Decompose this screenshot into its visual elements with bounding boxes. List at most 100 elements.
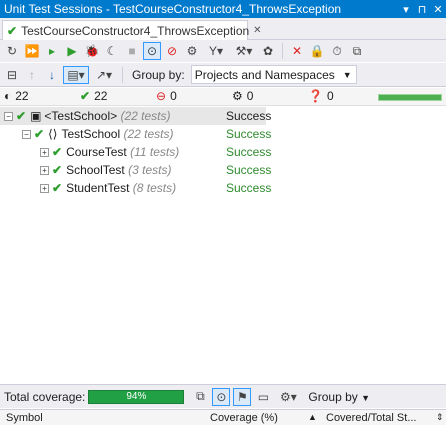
toolbar-separator [282, 43, 283, 59]
test-tree: − ✔ ▣ <TestSchool> (22 tests) Success − … [0, 107, 446, 197]
tree-row-class[interactable]: + ✔ CourseTest (11 tests) Success [0, 143, 446, 161]
coverage-highlight-icon[interactable]: ⧉ [191, 388, 209, 406]
layout-icon[interactable]: ▤▾ [63, 65, 89, 84]
column-coverage[interactable]: Coverage (%) [210, 412, 278, 424]
refresh-icon[interactable]: ↻ [3, 42, 21, 60]
track-running-test-icon[interactable]: ⊙ [143, 42, 161, 60]
stop-on-fail-icon[interactable]: ⊘ [163, 42, 181, 60]
tree-row-project[interactable]: − ✔ ▣ <TestSchool> (22 tests) Success [0, 107, 271, 125]
cover-icon[interactable]: ☾ [103, 42, 121, 60]
tree-row-namespace[interactable]: − ✔ ⟨⟩ TestSchool (22 tests) Success [0, 125, 446, 143]
group-by-value: Projects and Namespaces [194, 67, 335, 82]
group-by-select[interactable]: Projects and Namespaces ▼ [190, 65, 357, 84]
namespace-icon: ⟨⟩ [48, 127, 58, 141]
run-progress-bar [378, 94, 442, 101]
tree-row-count: (3 tests) [128, 163, 172, 177]
next-icon[interactable]: ↓ [43, 66, 61, 84]
expand-icon[interactable]: + [40, 183, 49, 193]
toolbar-separator [122, 66, 123, 83]
tree-row-label: CourseTest [66, 145, 127, 159]
filter-icon[interactable]: Y▾ [203, 42, 229, 60]
coverage-column-header: Symbol Coverage (%) ▲ Covered/Total St..… [0, 409, 446, 425]
failed-tests-stat[interactable]: ⊖ 0 [156, 89, 177, 103]
close-window-icon[interactable]: ✕ [430, 3, 446, 16]
column-covered-total[interactable]: Covered/Total St... [326, 412, 417, 424]
expand-icon[interactable]: + [40, 147, 49, 157]
open-output-icon[interactable]: ↗▾ [91, 66, 117, 84]
tree-row-class[interactable]: + ✔ StudentTest (8 tests) Success [0, 179, 446, 197]
tree-row-label: SchoolTest [66, 163, 125, 177]
session-tab[interactable]: ✔ TestCourseConstructor4_ThrowsException… [2, 20, 262, 40]
run-selected-icon[interactable]: ▸ [43, 42, 61, 60]
passed-count: 22 [94, 89, 108, 103]
chevron-down-icon: ▼ [342, 69, 352, 80]
passed-icon: ✔ [7, 23, 18, 38]
scroll-icon[interactable]: ⇕ [436, 412, 444, 423]
collapse-icon[interactable]: − [22, 129, 31, 139]
run-icon[interactable]: ▶ [63, 42, 81, 60]
tree-row-result: Success [226, 181, 272, 195]
tree-row-result: Success [226, 145, 272, 159]
previous-icon[interactable]: ↑ [23, 66, 41, 84]
passed-icon: ✔ [16, 109, 27, 123]
unknown-count: 0 [326, 89, 334, 103]
build-icon[interactable]: ⚒▾ [231, 42, 257, 60]
total-coverage-label: Total coverage: [4, 389, 86, 404]
save-icon[interactable]: ▭ [254, 388, 272, 406]
coverage-group-by-label: Group by [308, 389, 358, 404]
title-bar: Unit Test Sessions - TestCourseConstruct… [0, 0, 446, 18]
debug-icon[interactable]: 🐞 [83, 42, 101, 60]
total-icon: ◐ [4, 89, 12, 103]
passed-icon: ✔ [80, 89, 91, 103]
passed-icon: ✔ [52, 145, 63, 159]
remove-icon[interactable]: ✕ [288, 42, 306, 60]
ignored-tests-stat[interactable]: ⚙ 0 [232, 89, 253, 103]
tree-row-class[interactable]: + ✔ SchoolTest (3 tests) Success [0, 161, 446, 179]
ignored-icon: ⚙ [232, 89, 243, 103]
tree-row-result: Success [226, 109, 272, 123]
failed-count: 0 [170, 89, 177, 103]
group-by-label: Group by: [132, 67, 185, 82]
passed-icon: ✔ [52, 163, 63, 177]
run-all-icon[interactable]: ⏩ [23, 42, 41, 60]
tree-row-result: Success [226, 163, 272, 177]
coverage-tree-icon[interactable]: ⚑ [233, 387, 252, 406]
session-tab-strip: ✔ TestCourseConstructor4_ThrowsException… [0, 18, 446, 40]
collapse-all-icon[interactable]: ⊟ [3, 66, 21, 84]
pin-icon[interactable]: ⊓ [414, 3, 430, 16]
profile-icon[interactable]: ✿ [259, 42, 277, 60]
failed-icon: ⊖ [156, 89, 167, 103]
expand-icon[interactable]: + [40, 165, 49, 175]
window-title: Unit Test Sessions - TestCourseConstruct… [4, 2, 342, 16]
settings-icon[interactable]: ⚙ [183, 42, 201, 60]
chevron-down-icon: ▼ [361, 392, 371, 403]
ignored-count: 0 [246, 89, 254, 103]
passed-tests-stat[interactable]: ✔ 22 [80, 89, 107, 103]
unknown-tests-stat[interactable]: ❓ 0 [308, 89, 334, 103]
total-tests-stat[interactable]: ◐ 22 [4, 89, 29, 103]
project-icon: ▣ [30, 109, 42, 123]
coverage-view-icon[interactable]: ⊙ [212, 387, 231, 406]
coverage-group-by-button[interactable]: Group by ▼ [308, 390, 370, 404]
tree-row-result: Success [226, 127, 272, 141]
window-menu-icon[interactable]: ▾ [398, 3, 414, 16]
unknown-icon: ❓ [308, 89, 323, 103]
main-toolbar: ↻ ⏩ ▸ ▶ 🐞 ☾ ■ ⊙ ⊘ ⚙ Y▾ ⚒▾ ✿ ✕ 🔒 ⏱ ⧉ [0, 40, 446, 62]
test-stats-bar: ◐ 22 ✔ 22 ⊖ 0 ⚙ 0 ❓ 0 [0, 88, 446, 106]
close-tab-icon[interactable]: ✕ [253, 25, 261, 36]
stop-icon[interactable]: ■ [123, 42, 141, 60]
total-count: 22 [15, 89, 29, 103]
column-symbol[interactable]: Symbol [6, 412, 43, 424]
tree-row-count: (22 tests) [123, 127, 174, 141]
view-toolbar: ⊟ ↑ ↓ ▤▾ ↗▾ Group by: Projects and Names… [0, 63, 446, 87]
history-icon[interactable]: ⏱ [328, 42, 346, 60]
lock-icon[interactable]: 🔒 [308, 42, 326, 60]
coverage-toolbar: Total coverage: 94% ⧉ ⊙ ⚑ ▭ ⚙▾ Group by … [0, 384, 446, 408]
coverage-settings-icon[interactable]: ⚙▾ [275, 388, 301, 406]
tree-row-count: (8 tests) [132, 181, 177, 195]
export-icon[interactable]: ⧉ [348, 42, 366, 60]
tree-row-count: (11 tests) [130, 145, 180, 159]
sort-asc-icon: ▲ [308, 412, 317, 422]
passed-icon: ✔ [52, 181, 63, 195]
collapse-icon[interactable]: − [4, 111, 13, 121]
